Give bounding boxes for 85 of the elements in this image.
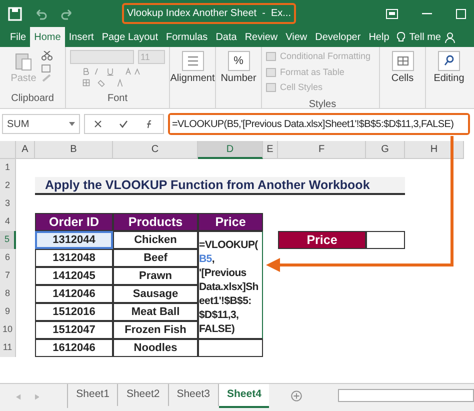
ribbon-tab[interactable]: Page Layout xyxy=(98,27,162,47)
table-cell: Prawn xyxy=(113,267,198,285)
ribbon-tab[interactable]: Data xyxy=(212,27,241,47)
enter-icon[interactable] xyxy=(118,120,128,128)
group-label: Clipboard xyxy=(11,92,54,106)
column-header[interactable]: A xyxy=(16,141,35,159)
table-cell: Meat Ball xyxy=(113,303,198,321)
display-options-icon[interactable] xyxy=(386,8,398,18)
table-cell: 1312048 xyxy=(35,249,113,267)
name-box[interactable]: SUM xyxy=(2,114,80,134)
formula-field[interactable]: =VLOOKUP(B5,'[Previous Data.xlsx]Sheet1'!$B$5:$D$11,3,FALSE) xyxy=(170,115,468,133)
lookup-value-cell xyxy=(366,231,405,249)
table-cell: 1412046 xyxy=(35,285,113,303)
paste-icon[interactable] xyxy=(14,51,32,71)
cells-button[interactable]: Cells xyxy=(391,71,414,86)
ribbon-tab[interactable]: Insert xyxy=(64,27,98,47)
table-cell: Noodles xyxy=(113,339,198,357)
column-header[interactable]: B xyxy=(35,141,113,159)
table-cell: 1412045 xyxy=(35,267,113,285)
column-header[interactable]: H xyxy=(405,141,464,159)
alignment-icon[interactable] xyxy=(182,51,204,71)
lookup-label: Price xyxy=(278,231,366,249)
row-header[interactable]: 5 xyxy=(0,231,16,249)
column-header[interactable]: D xyxy=(198,141,263,159)
sheet-tab[interactable]: Sheet2 xyxy=(118,384,169,406)
table-cell: Chicken xyxy=(113,231,198,249)
ribbon-tab[interactable]: Formulas xyxy=(162,27,212,47)
add-sheet-icon[interactable] xyxy=(291,390,302,402)
row-header[interactable]: 8 xyxy=(0,285,16,303)
row-header[interactable]: 9 xyxy=(0,303,16,321)
sheet-title: Apply the VLOOKUP Function from Another Workbook xyxy=(35,177,405,195)
ribbon-tab[interactable]: View xyxy=(282,27,312,47)
group-label: Styles xyxy=(308,98,338,112)
editing-button[interactable]: Editing xyxy=(434,71,464,86)
table-header: Order ID xyxy=(35,213,113,231)
table-cell: Sausage xyxy=(113,285,198,303)
sheet-tab[interactable]: Sheet1 xyxy=(68,384,118,406)
maximize-icon[interactable] xyxy=(456,8,466,18)
lightbulb-icon xyxy=(397,32,406,42)
user-icon[interactable] xyxy=(444,32,455,42)
table-cell: 1512016 xyxy=(35,303,113,321)
ribbon-tab[interactable]: Developer xyxy=(311,27,365,47)
cancel-icon[interactable] xyxy=(94,120,102,128)
table-cell xyxy=(198,339,263,357)
row-header[interactable]: 11 xyxy=(0,339,16,357)
number-button[interactable]: Number xyxy=(220,71,256,86)
clipboard-tools-icon[interactable] xyxy=(40,51,54,83)
row-header[interactable]: 4 xyxy=(0,213,16,231)
font-name-field[interactable] xyxy=(70,50,134,64)
column-header[interactable]: F xyxy=(278,141,366,159)
group-label: Font xyxy=(106,92,128,106)
window-title: Vlookup Index Another Sheet - Ex... xyxy=(127,7,291,21)
undo-icon[interactable] xyxy=(34,8,48,20)
table-cell: 1612046 xyxy=(35,339,113,357)
row-header[interactable]: 1 xyxy=(0,159,16,177)
ribbon-tab[interactable]: Review xyxy=(240,27,282,47)
horizontal-scrollbar[interactable] xyxy=(338,389,474,402)
table-cell: 1512047 xyxy=(35,321,113,339)
row-header[interactable]: 2 xyxy=(0,177,16,195)
ribbon-tab[interactable]: Home xyxy=(30,27,65,47)
column-header[interactable]: C xyxy=(113,141,198,159)
tell-me-link[interactable]: Tell me xyxy=(409,30,441,44)
table-cell: Beef xyxy=(113,249,198,267)
table-cell: Frozen Fish xyxy=(113,321,198,339)
row-header[interactable]: 3 xyxy=(0,195,16,213)
minimize-icon[interactable] xyxy=(422,12,432,14)
alignment-button[interactable]: Alignment xyxy=(170,71,215,86)
number-format-button[interactable]: % xyxy=(228,51,250,71)
row-header[interactable]: 7 xyxy=(0,267,16,285)
cells-icon[interactable] xyxy=(392,51,414,71)
column-header[interactable]: E xyxy=(263,141,278,159)
paste-label: Paste xyxy=(10,72,36,86)
formula-editing-cell[interactable]: =VLOOKUP( B5, '[Previous Data.xlsx]Sh eet1'!$B$5: $D$11,3, FALSE) xyxy=(198,231,263,339)
table-header: Price xyxy=(198,213,263,231)
table-header: Products xyxy=(113,213,198,231)
save-icon[interactable] xyxy=(8,6,22,20)
redo-icon[interactable] xyxy=(60,8,74,20)
sheet-tab[interactable]: Sheet4 xyxy=(219,384,270,408)
table-cell: 1312044 xyxy=(35,231,113,249)
row-header[interactable]: 10 xyxy=(0,321,16,339)
row-header[interactable]: 6 xyxy=(0,249,16,267)
column-header[interactable]: G xyxy=(366,141,405,159)
search-icon[interactable] xyxy=(438,51,460,71)
ribbon-tab[interactable]: File xyxy=(6,27,30,47)
ribbon-tab[interactable]: Help xyxy=(364,27,394,47)
